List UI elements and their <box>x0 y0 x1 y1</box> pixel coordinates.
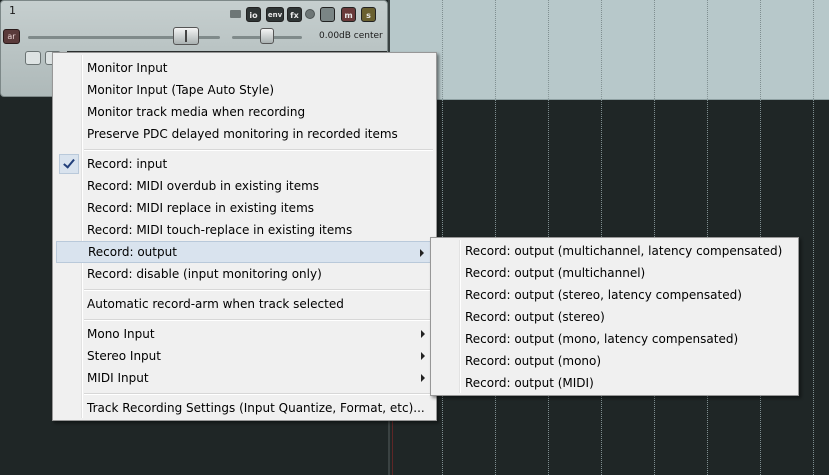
menu-item-label: Record: output <box>88 245 177 259</box>
folder-icon[interactable] <box>230 10 241 18</box>
menu-item-midi-input[interactable]: MIDI Input <box>56 367 433 389</box>
menu-item-label: Record: output (mono) <box>465 354 602 368</box>
menu-item-label: Monitor Input <box>87 61 168 75</box>
menu-separator <box>84 319 433 321</box>
menu-item-label: Record: output (multichannel) <box>465 266 646 280</box>
grid-line <box>813 0 814 475</box>
menu-item-auto-record-arm[interactable]: Automatic record-arm when track selected <box>56 293 433 315</box>
route-icon[interactable] <box>320 7 335 22</box>
record-arm-button[interactable]: ar <box>3 29 20 44</box>
submenu-item-mono-latency[interactable]: Record: output (mono, latency compensate… <box>434 328 795 350</box>
menu-item-label: Record: output (MIDI) <box>465 376 594 390</box>
submenu-item-stereo[interactable]: Record: output (stereo) <box>434 306 795 328</box>
menu-separator <box>84 149 433 151</box>
menu-item-label: Monitor Input (Tape Auto Style) <box>87 83 275 97</box>
menu-item-label: Record: output (stereo) <box>465 310 605 324</box>
record-context-menu: Monitor Input Monitor Input (Tape Auto S… <box>52 52 437 421</box>
menu-item-record-output[interactable]: Record: output <box>56 241 433 263</box>
menu-item-label: Record: output (stereo, latency compensa… <box>465 288 742 302</box>
menu-item-record-midi-overdub[interactable]: Record: MIDI overdub in existing items <box>56 175 433 197</box>
menu-separator <box>84 289 433 291</box>
menu-item-monitor-track-media[interactable]: Monitor track media when recording <box>56 101 433 123</box>
submenu-arrow-icon <box>421 352 425 360</box>
menu-item-label: Record: output (mono, latency compensate… <box>465 332 739 346</box>
submenu-item-stereo-latency[interactable]: Record: output (stereo, latency compensa… <box>434 284 795 306</box>
menu-item-label: Track Recording Settings (Input Quantize… <box>87 401 425 415</box>
pan-knob[interactable] <box>260 28 274 44</box>
menu-item-label: MIDI Input <box>87 371 149 385</box>
edit-cursor <box>392 418 393 475</box>
menu-separator <box>84 393 433 395</box>
submenu-item-mono[interactable]: Record: output (mono) <box>434 350 795 372</box>
submenu-item-multichannel[interactable]: Record: output (multichannel) <box>434 262 795 284</box>
menu-item-label: Record: output (multichannel, latency co… <box>465 244 783 258</box>
menu-item-record-midi-replace[interactable]: Record: MIDI replace in existing items <box>56 197 433 219</box>
menu-item-monitor-input[interactable]: Monitor Input <box>56 57 433 79</box>
submenu-arrow-icon <box>420 249 424 257</box>
submenu-item-multichannel-latency[interactable]: Record: output (multichannel, latency co… <box>434 240 795 262</box>
volume-readout: 0.00dB center <box>319 31 383 41</box>
menu-item-label: Mono Input <box>87 327 155 341</box>
menu-item-record-disable[interactable]: Record: disable (input monitoring only) <box>56 263 433 285</box>
io-button[interactable]: io <box>246 7 261 22</box>
menu-item-preserve-pdc[interactable]: Preserve PDC delayed monitoring in recor… <box>56 123 433 145</box>
submenu-arrow-icon <box>421 374 425 382</box>
menu-item-label: Record: MIDI overdub in existing items <box>87 179 320 193</box>
menu-item-track-recording-settings[interactable]: Track Recording Settings (Input Quantize… <box>56 397 433 419</box>
submenu-item-midi[interactable]: Record: output (MIDI) <box>434 372 795 394</box>
menu-item-label: Record: disable (input monitoring only) <box>87 267 322 281</box>
menu-item-stereo-input[interactable]: Stereo Input <box>56 345 433 367</box>
menu-item-label: Record: input <box>87 157 168 171</box>
menu-item-label: Stereo Input <box>87 349 161 363</box>
monitor-icon[interactable] <box>25 51 41 65</box>
menu-item-monitor-input-tape[interactable]: Monitor Input (Tape Auto Style) <box>56 79 433 101</box>
track-lane[interactable] <box>390 0 829 100</box>
menu-item-label: Preserve PDC delayed monitoring in recor… <box>87 127 398 141</box>
menu-item-mono-input[interactable]: Mono Input <box>56 323 433 345</box>
fx-button[interactable]: fx <box>287 7 302 22</box>
menu-item-record-input[interactable]: Record: input <box>56 153 433 175</box>
menu-item-label: Monitor track media when recording <box>87 105 306 119</box>
submenu-arrow-icon <box>421 330 425 338</box>
menu-item-record-midi-touch-replace[interactable]: Record: MIDI touch-replace in existing i… <box>56 219 433 241</box>
menu-item-label: Record: MIDI replace in existing items <box>87 201 315 215</box>
mute-button[interactable]: m <box>341 7 356 22</box>
checkmark-icon <box>59 154 79 174</box>
record-output-submenu: Record: output (multichannel, latency co… <box>430 237 799 396</box>
solo-button[interactable]: s <box>361 7 376 22</box>
track-number: 1 <box>9 4 16 17</box>
menu-item-label: Automatic record-arm when track selected <box>87 297 344 311</box>
volume-knob[interactable] <box>173 27 199 45</box>
env-button[interactable]: env <box>266 7 284 22</box>
menu-item-label: Record: MIDI touch-replace in existing i… <box>87 223 353 237</box>
phase-icon[interactable] <box>305 9 315 19</box>
